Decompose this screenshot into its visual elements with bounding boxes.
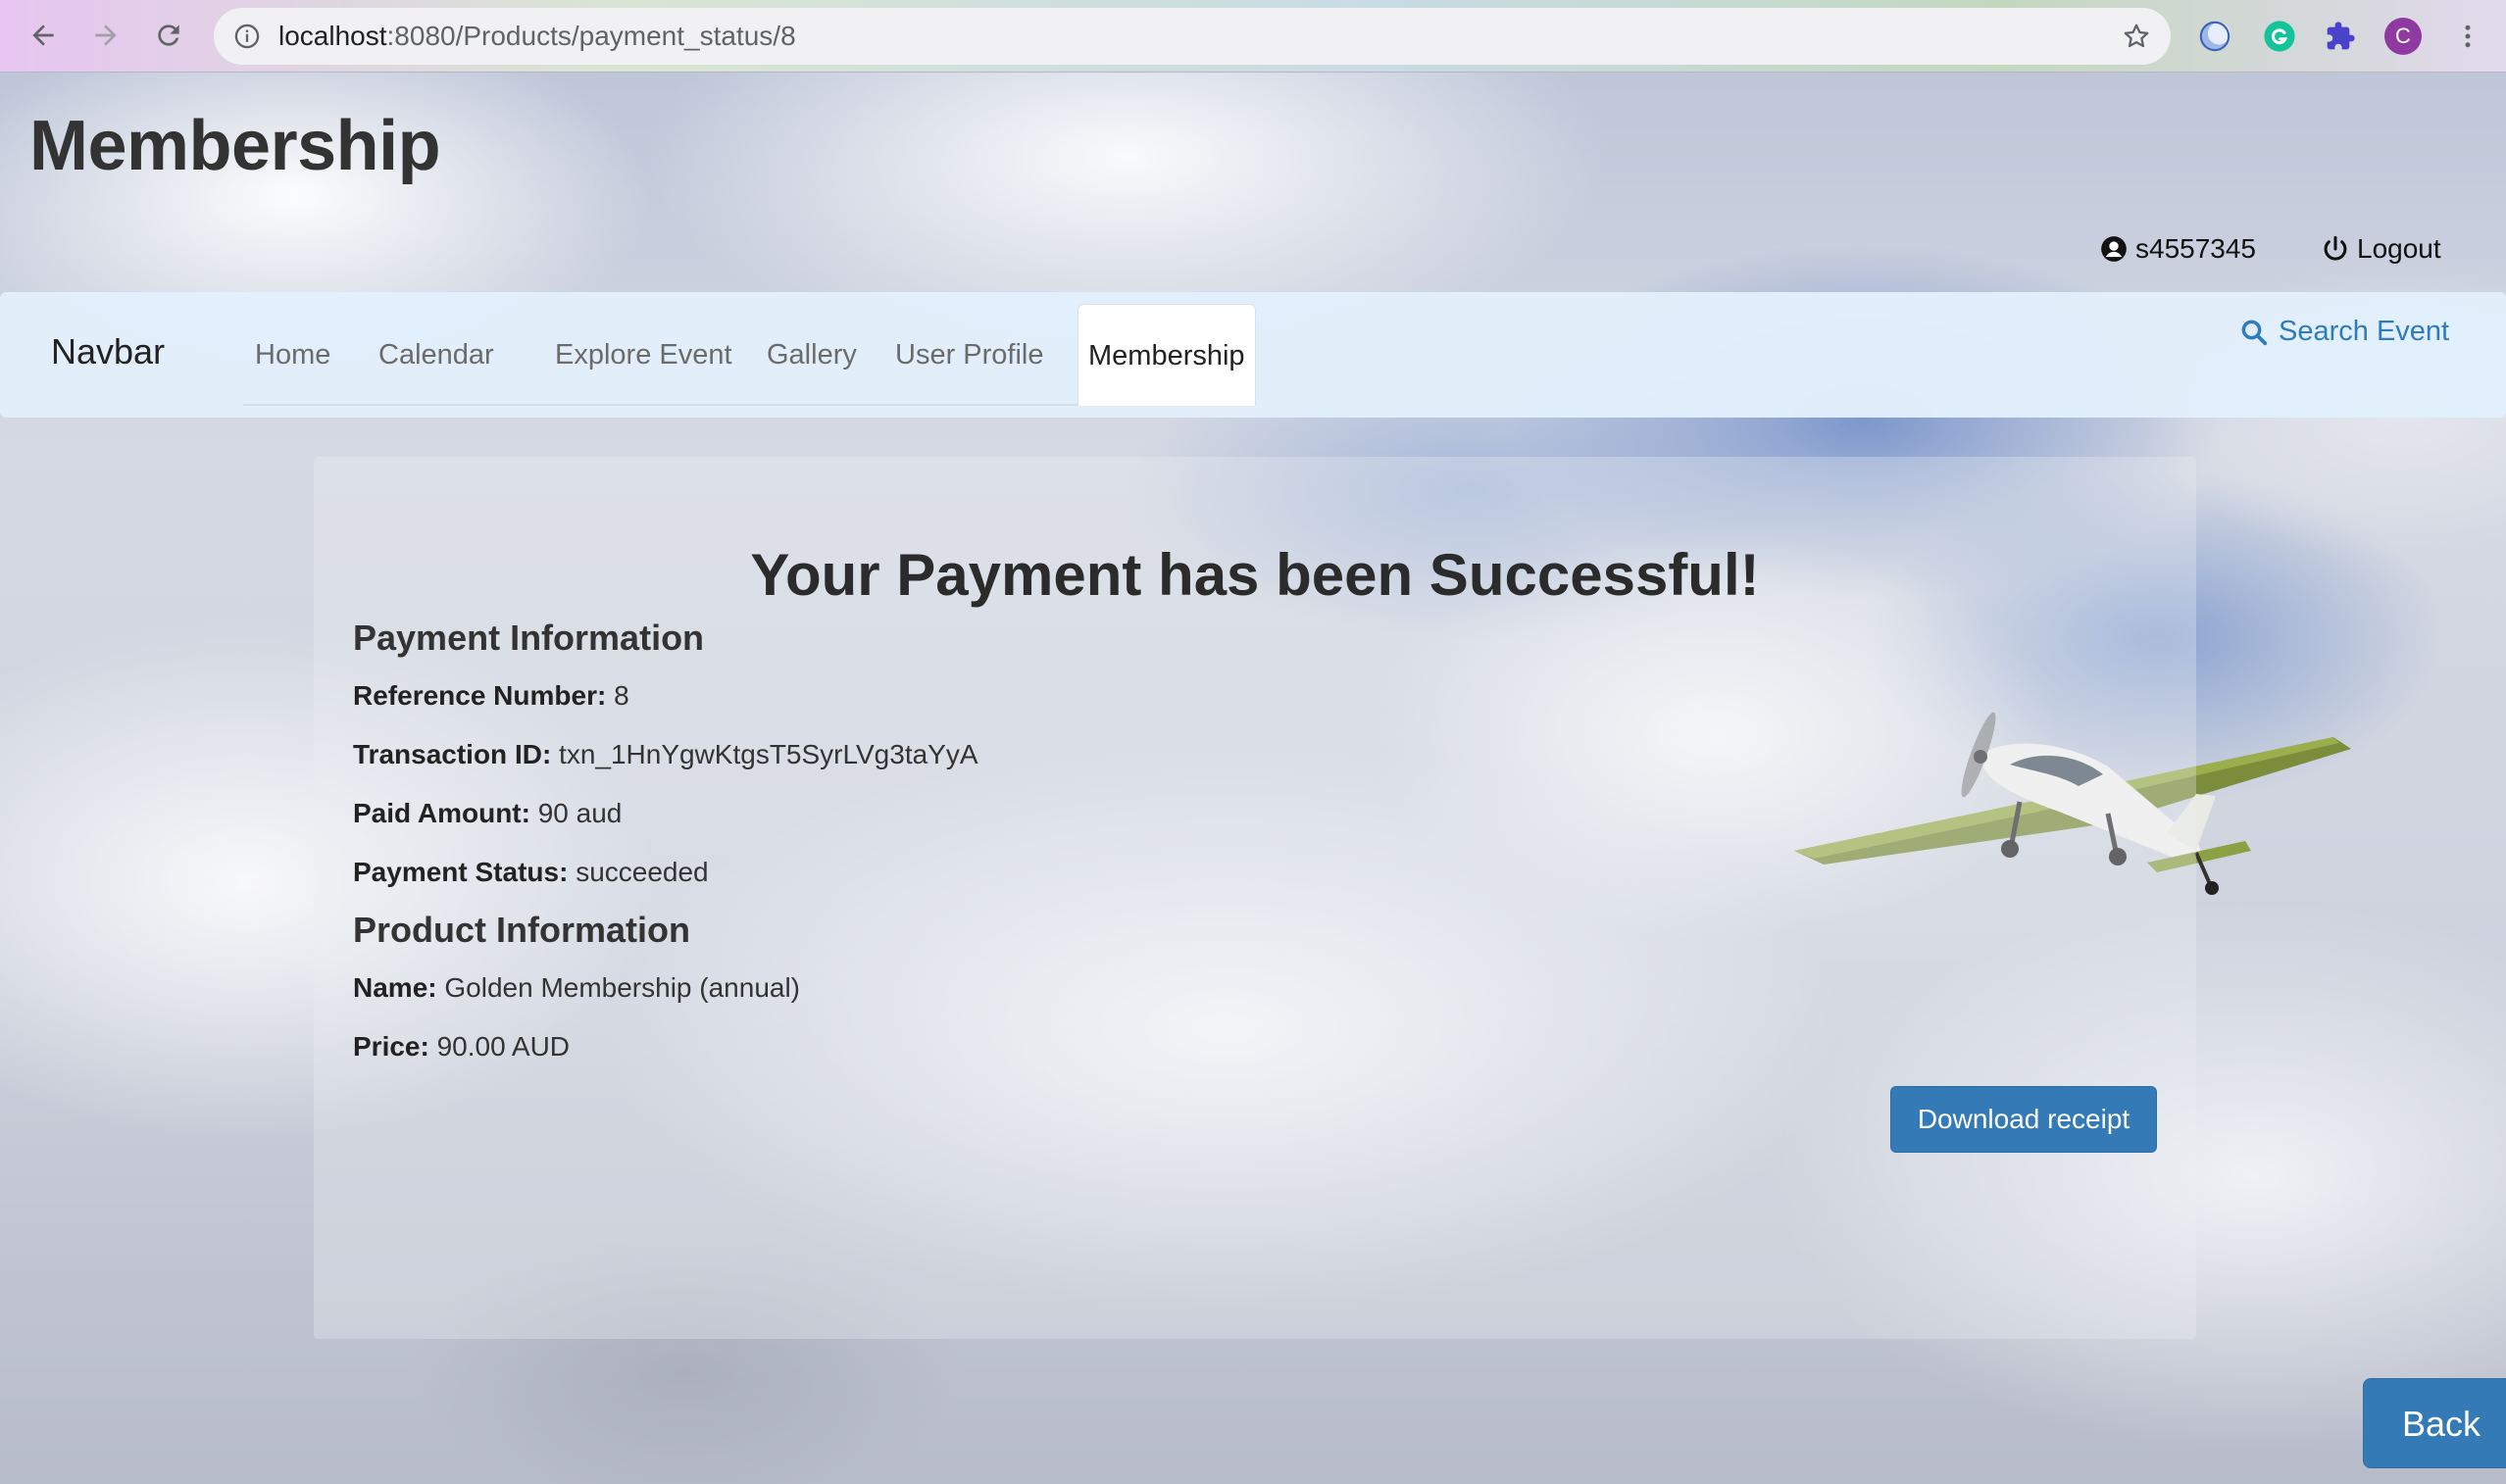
nav-item-user-profile[interactable]: User Profile [895, 339, 1044, 371]
back-arrow-glyph [32, 25, 54, 46]
reference-number-value: 8 [614, 680, 629, 711]
profile-avatar[interactable]: C [2384, 18, 2422, 55]
product-price-row: Price: 90.00 AUD [353, 1031, 570, 1063]
paid-amount-label: Paid Amount: [353, 798, 530, 828]
grammarly-icon[interactable] [2261, 18, 2298, 55]
payment-status-value: succeeded [576, 857, 709, 887]
logout-link[interactable]: Logout [2322, 233, 2441, 265]
site-info-icon[interactable] [233, 23, 261, 50]
product-info-title: Product Information [353, 910, 690, 950]
payment-success-heading: Your Payment has been Successful! [750, 542, 1760, 608]
forward-arrow-icon[interactable] [86, 16, 125, 55]
nav-item-calendar[interactable]: Calendar [378, 339, 494, 371]
transaction-id-value: txn_1HnYgwKtgsT5SyrLVg3taYyA [559, 739, 978, 769]
nav-item-membership[interactable]: Membership [1078, 304, 1256, 406]
reload-icon[interactable] [149, 16, 188, 55]
reload-glyph [158, 25, 179, 46]
url-path: :8080/Products/payment_status/8 [386, 21, 796, 51]
forward-arrow-glyph [95, 25, 117, 46]
extensions-puzzle-glyph [2327, 22, 2355, 50]
payment-status-panel: Your Payment has been Successful! Paymen… [314, 457, 2196, 1339]
reference-number-row: Reference Number: 8 [353, 680, 629, 712]
url-text: localhost:8080/Products/payment_status/8 [278, 8, 796, 65]
product-price-label: Price: [353, 1031, 429, 1062]
main-navbar: Navbar Home Calendar Explore Event Galle… [0, 292, 2506, 418]
payment-status-row: Payment Status: succeeded [353, 857, 709, 888]
transaction-id-label: Transaction ID: [353, 739, 552, 769]
extensions-puzzle-icon[interactable] [2322, 18, 2359, 55]
product-name-label: Name: [353, 972, 437, 1003]
username-label: s4557345 [2135, 233, 2257, 264]
payment-status-label: Payment Status: [353, 857, 569, 887]
search-event-label: Search Event [2279, 316, 2450, 347]
paid-amount-row: Paid Amount: 90 aud [353, 798, 622, 829]
download-receipt-button[interactable]: Download receipt [1890, 1086, 2157, 1153]
product-name-value: Golden Membership (annual) [444, 972, 801, 1003]
product-name-row: Name: Golden Membership (annual) [353, 972, 800, 1004]
nav-item-home[interactable]: Home [255, 339, 330, 371]
search-event-link[interactable]: Search Event [2239, 316, 2449, 348]
url-host: localhost [278, 21, 387, 51]
reference-number-label: Reference Number: [353, 680, 607, 711]
search-icon [2241, 320, 2268, 345]
power-icon [2324, 235, 2347, 261]
extension-crescent-icon[interactable] [2196, 18, 2233, 55]
page-background: localhost:8080/Products/payment_status/8… [0, 0, 2506, 1484]
address-bar[interactable]: localhost:8080/Products/payment_status/8 [214, 8, 2171, 65]
payment-info-title: Payment Information [353, 618, 705, 658]
navbar-brand[interactable]: Navbar [51, 331, 165, 372]
browser-menu-glyph [2465, 25, 2471, 48]
nav-item-gallery[interactable]: Gallery [767, 339, 857, 371]
site-title: Membership [29, 107, 441, 185]
user-account-link[interactable]: s4557345 [2100, 233, 2256, 265]
extension-crescent-glyph [2199, 21, 2230, 52]
back-arrow-icon[interactable] [24, 16, 63, 55]
browser-toolbar: localhost:8080/Products/payment_status/8… [0, 0, 2506, 73]
transaction-id-row: Transaction ID: txn_1HnYgwKtgsT5SyrLVg3t… [353, 739, 978, 770]
user-circle-icon [2101, 236, 2127, 262]
paid-amount-value: 90 aud [537, 798, 623, 828]
nav-item-explore-event[interactable]: Explore Event [555, 339, 732, 371]
logout-label: Logout [2357, 233, 2441, 264]
bookmark-star-icon[interactable] [2122, 22, 2151, 51]
grammarly-glyph [2264, 21, 2295, 52]
product-price-value: 90.00 AUD [436, 1031, 571, 1062]
browser-menu-icon[interactable] [2449, 18, 2486, 55]
back-button[interactable]: Back [2363, 1378, 2506, 1468]
